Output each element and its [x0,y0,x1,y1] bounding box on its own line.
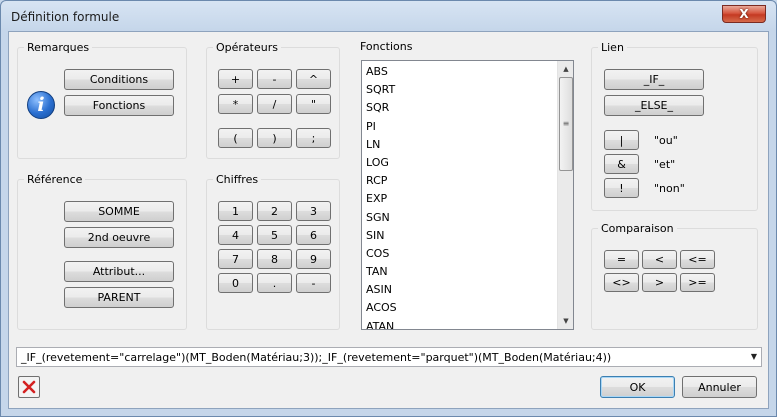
digit-3-button[interactable]: 3 [296,201,331,221]
and-label: "et" [654,158,676,171]
greater-than-button[interactable]: > [642,273,677,292]
operator-semicolon-button[interactable]: ; [296,128,331,148]
digit-8-button[interactable]: 8 [257,249,292,269]
cancel-button[interactable]: Annuler [682,376,757,398]
title-bar[interactable]: Définition formule X [1,1,776,31]
digit-minus-button[interactable]: - [296,273,331,293]
function-item-sqrt[interactable]: SQRT [366,81,397,99]
fonctions-button[interactable]: Fonctions [64,95,174,116]
attribut-button[interactable]: Attribut... [64,261,174,282]
operator-minus-button[interactable]: - [257,69,292,89]
close-button[interactable]: X [722,5,766,23]
digit-9-button[interactable]: 9 [296,249,331,269]
scroll-down-arrow-icon[interactable]: ▼ [558,313,573,329]
formula-input[interactable]: _IF_(revetement="carrelage")(MT_Boden(Ma… [21,351,611,364]
operator-close-paren-button[interactable]: ) [257,128,292,148]
function-item-atan[interactable]: ATAN [366,318,397,329]
less-equal-button[interactable]: <= [680,250,715,269]
greater-equal-button[interactable]: >= [680,273,715,292]
operator-divide-button[interactable]: / [257,94,292,114]
digit-6-button[interactable]: 6 [296,225,331,245]
function-item-abs[interactable]: ABS [366,63,397,81]
operator-plus-button[interactable]: + [218,69,253,89]
equal-button[interactable]: = [604,250,639,269]
function-item-pi[interactable]: PI [366,118,397,136]
ok-button[interactable]: OK [600,376,675,398]
digit-5-button[interactable]: 5 [257,225,292,245]
function-item-acos[interactable]: ACOS [366,299,397,317]
functions-listbox[interactable]: ABS SQRT SQR PI LN LOG RCP EXP SGN SIN C… [361,60,574,330]
close-icon: X [739,7,749,21]
delete-button[interactable] [18,376,40,398]
dropdown-arrow-icon[interactable]: ▼ [751,352,757,361]
function-item-sqr[interactable]: SQR [366,99,397,117]
scroll-up-arrow-icon[interactable]: ▲ [558,61,573,77]
operator-open-paren-button[interactable]: ( [218,128,253,148]
conditions-button[interactable]: Conditions [64,69,174,90]
and-button[interactable]: & [604,154,639,174]
group-label-operateurs: Opérateurs [213,41,281,54]
not-label: "non" [654,182,685,195]
function-item-asin[interactable]: ASIN [366,281,397,299]
group-label-reference: Référence [24,173,86,186]
group-label-lien: Lien [598,41,627,54]
info-icon: i [27,91,55,119]
dialog-client: Remarques i Conditions Fonctions Opérate… [8,31,769,409]
group-label-remarques: Remarques [24,41,93,54]
else-button[interactable]: _ELSE_ [604,95,704,116]
operator-quote-button[interactable]: " [296,94,331,114]
group-label-fonctions: Fonctions [360,40,413,53]
group-label-chiffres: Chiffres [213,173,262,186]
function-item-ln[interactable]: LN [366,136,397,154]
function-item-rcp[interactable]: RCP [366,172,397,190]
scroll-thumb[interactable]: ≡ [559,77,573,171]
if-button[interactable]: _IF_ [604,69,704,90]
function-item-exp[interactable]: EXP [366,190,397,208]
parent-button[interactable]: PARENT [64,287,174,308]
function-item-sin[interactable]: SIN [366,227,397,245]
group-label-comparaison: Comparaison [598,222,677,235]
digit-2-button[interactable]: 2 [257,201,292,221]
function-item-sgn[interactable]: SGN [366,209,397,227]
function-item-log[interactable]: LOG [366,154,397,172]
digit-7-button[interactable]: 7 [218,249,253,269]
not-equal-button[interactable]: <> [604,273,639,292]
digit-1-button[interactable]: 1 [218,201,253,221]
somme-button[interactable]: SOMME [64,201,174,222]
functions-scrollbar[interactable]: ▲ ≡ ▼ [557,61,573,329]
digit-4-button[interactable]: 4 [218,225,253,245]
function-item-cos[interactable]: COS [366,245,397,263]
window-title: Définition formule [11,10,120,24]
operator-power-button[interactable]: ^ [296,69,331,89]
digit-0-button[interactable]: 0 [218,273,253,293]
dialog-window: Définition formule X Remarques i Conditi… [0,0,777,417]
not-button[interactable]: ! [604,178,639,198]
delete-x-icon [22,380,36,394]
function-item-tan[interactable]: TAN [366,263,397,281]
operator-multiply-button[interactable]: * [218,94,253,114]
decimal-point-button[interactable]: . [257,273,292,293]
formula-combobox[interactable]: _IF_(revetement="carrelage")(MT_Boden(Ma… [16,347,762,367]
second-oeuvre-button[interactable]: 2nd oeuvre [64,227,174,248]
less-than-button[interactable]: < [642,250,677,269]
or-label: "ou" [654,134,678,147]
or-button[interactable]: | [604,130,639,150]
